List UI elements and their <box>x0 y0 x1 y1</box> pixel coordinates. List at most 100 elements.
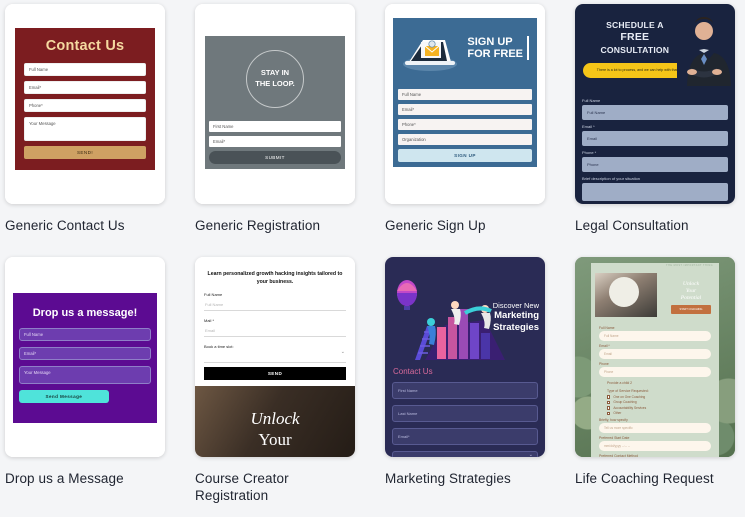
template-card-legal-consultation[interactable]: SCHEDULE A FREE CONSULTATION There is a … <box>575 4 735 235</box>
preview-field-description <box>582 183 728 201</box>
template-thumbnail[interactable]: THE MOST IMPORTANT THING Unlock Your Pot… <box>575 256 735 457</box>
preview-hero: Unlock Your Potential START COACHING <box>591 270 719 319</box>
template-caption: Drop us a Message <box>5 470 124 486</box>
hero-line-1: SCHEDULE A <box>606 20 664 30</box>
preview-field-email: Email* <box>398 104 532 115</box>
preview-field-full-name: Full Name <box>582 105 728 120</box>
preview-submit-button: SEND <box>204 367 346 381</box>
preview-field-full-name: Full Name <box>204 298 346 312</box>
template-card-generic-sign-up[interactable]: SIGN UP FOR FREE Full Name Email* Phone*… <box>385 4 545 235</box>
preview-field-full-name: Full Name <box>398 89 532 100</box>
preview-label-contact-method: Preferred Contact Method <box>599 454 639 457</box>
template-card-marketing-strategies[interactable]: Discover New Marketing Strategies Contac… <box>385 256 545 505</box>
template-card-generic-registration[interactable]: STAY IN THE LOOP. First Name Email* SUBM… <box>195 4 355 235</box>
hero-line-2: Your <box>685 288 697 295</box>
sheet-top-strip: THE MOST IMPORTANT THING <box>591 262 719 271</box>
checkbox-label: One on One Coaching <box>613 394 646 399</box>
preview-title: Drop us a message! <box>32 306 138 319</box>
template-thumbnail[interactable]: Learn personalized growth hacking insigh… <box>195 256 355 457</box>
preview-label-start-date: Preferred Start Date <box>599 436 630 441</box>
hero-line-2: Marketing <box>494 310 539 322</box>
photo-line-1: Unlock <box>250 409 300 429</box>
preview-generic-sign-up: SIGN UP FOR FREE Full Name Email* Phone*… <box>385 4 545 204</box>
template-thumbnail[interactable]: Contact Us Full Name Email* Phone* Your … <box>5 4 165 204</box>
preview-label-full-name: Full Name <box>582 98 601 103</box>
template-card-drop-us-a-message[interactable]: Drop us a message! Full Name Email* Your… <box>5 256 165 505</box>
preview-field-first-name: First Name <box>392 381 538 399</box>
preview-drop-us-a-message: Drop us a message! Full Name Email* Your… <box>5 256 165 457</box>
preview-field-email: Email* <box>19 346 151 360</box>
template-card-generic-contact-us[interactable]: Contact Us Full Name Email* Phone* Your … <box>5 4 165 235</box>
preview-heading: Learn personalized growth hacking insigh… <box>207 270 343 285</box>
template-thumbnail[interactable]: Drop us a message! Full Name Email* Your… <box>5 256 165 457</box>
preview-label-mail: Mail * <box>204 318 215 324</box>
coaching-photo <box>595 272 657 317</box>
preview-field-organization: Organization <box>398 134 532 145</box>
preview-field-full-name: Full Name <box>19 327 151 341</box>
hero-text: Discover New Marketing Strategies <box>493 301 539 333</box>
hero-line-2: FOR FREE <box>467 48 523 61</box>
preview-generic-contact-us: Contact Us Full Name Email* Phone* Your … <box>5 4 165 204</box>
preview-field-phone: Phone <box>582 157 728 172</box>
hero-line-2: FREE <box>620 31 650 44</box>
hero-line-3: CONSULTATION <box>600 45 670 56</box>
preview-life-coaching-request: THE MOST IMPORTANT THING Unlock Your Pot… <box>575 256 735 457</box>
template-thumbnail[interactable]: STAY IN THE LOOP. First Name Email* SUBM… <box>195 4 355 204</box>
template-gallery: Contact Us Full Name Email* Phone* Your … <box>0 0 745 505</box>
template-card-life-coaching-request[interactable]: THE MOST IMPORTANT THING Unlock Your Pot… <box>575 256 735 505</box>
preview-note: Provide a child 2 <box>607 380 633 385</box>
preview-checkbox-other: Other <box>607 411 711 415</box>
preview-field-message: Your Message <box>24 117 146 141</box>
preview-field-phone: Phone* <box>24 99 146 112</box>
preview-field-phone: Phone* <box>398 119 532 130</box>
template-thumbnail[interactable]: SIGN UP FOR FREE Full Name Email* Phone*… <box>385 4 545 204</box>
preview-checkbox-one-on-one: One on One Coaching <box>607 395 711 399</box>
hero-cta-button: START COACHING <box>671 304 711 314</box>
hero-line-1: SIGN UP <box>467 36 513 48</box>
preview-hero: SIGN UP FOR FREE <box>393 18 537 86</box>
hero-text: Unlock Your Potential <box>669 281 713 303</box>
hero-text: SIGN UP FOR FREE <box>467 36 529 61</box>
preview-submit-button: SUBMIT <box>209 151 341 164</box>
checkbox-icon <box>607 406 611 410</box>
preview-field-time-slot <box>204 349 346 364</box>
badge-line-1: STAY IN <box>260 68 290 78</box>
hero-top-note: THE MOST IMPORTANT THING <box>666 263 713 267</box>
preview-field-start-date: mm/dd/yyyy --:-- -- <box>599 441 711 452</box>
preview-field-full-name: Full Name <box>24 63 146 76</box>
preview-title: Contact Us <box>45 38 125 54</box>
preview-sheet: THE MOST IMPORTANT THING Unlock Your Pot… <box>591 262 719 457</box>
preview-field-email: Email* <box>24 81 146 94</box>
template-caption: Life Coaching Request <box>575 470 714 486</box>
template-caption: Marketing Strategies <box>385 470 511 486</box>
checkbox-label: Group Coaching <box>613 400 637 405</box>
preview-field-question: What marketing problem solves your conte… <box>392 450 538 457</box>
template-caption: Legal Consultation <box>575 218 689 233</box>
preview-label-time-slot: Book a time slot: <box>204 344 234 350</box>
badge-line-2: THE LOOP. <box>255 78 295 88</box>
hero-text: SCHEDULE A FREE CONSULTATION <box>583 20 687 57</box>
template-thumbnail[interactable]: Discover New Marketing Strategies Contac… <box>385 256 545 457</box>
preview-legal-consultation: SCHEDULE A FREE CONSULTATION There is a … <box>575 4 735 204</box>
template-card-course-creator-registration[interactable]: Learn personalized growth hacking insigh… <box>195 256 355 505</box>
preview-label-description: Brief description of your situation <box>582 176 641 181</box>
checkbox-icon <box>607 400 611 405</box>
preview-label-email: Email * <box>599 343 610 348</box>
hero-line-1: Unlock <box>682 280 700 287</box>
preview-field-email: Email <box>582 131 728 146</box>
preview-label-phone: Phone * <box>582 150 597 155</box>
checkbox-label: Accountability Services <box>613 405 647 410</box>
preview-label-email: Email * <box>582 124 595 129</box>
preview-field-email: Email <box>599 348 711 359</box>
hero-line-1: Discover New <box>492 300 539 310</box>
template-thumbnail[interactable]: SCHEDULE A FREE CONSULTATION There is a … <box>575 4 735 204</box>
preview-field-first-name: First Name <box>209 121 341 132</box>
preview-marketing-strategies: Discover New Marketing Strategies Contac… <box>385 256 545 457</box>
preview-field-email: Email <box>204 324 346 338</box>
preview-submit-button: SEND! <box>24 146 146 159</box>
preview-section-title: Contact Us <box>393 366 433 376</box>
preview-hero: STAY IN THE LOOP. <box>205 36 345 121</box>
preview-submit-button: SIGN UP <box>398 149 532 162</box>
preview-hero: SCHEDULE A FREE CONSULTATION There is a … <box>575 12 735 90</box>
template-caption: Generic Contact Us <box>5 218 125 233</box>
